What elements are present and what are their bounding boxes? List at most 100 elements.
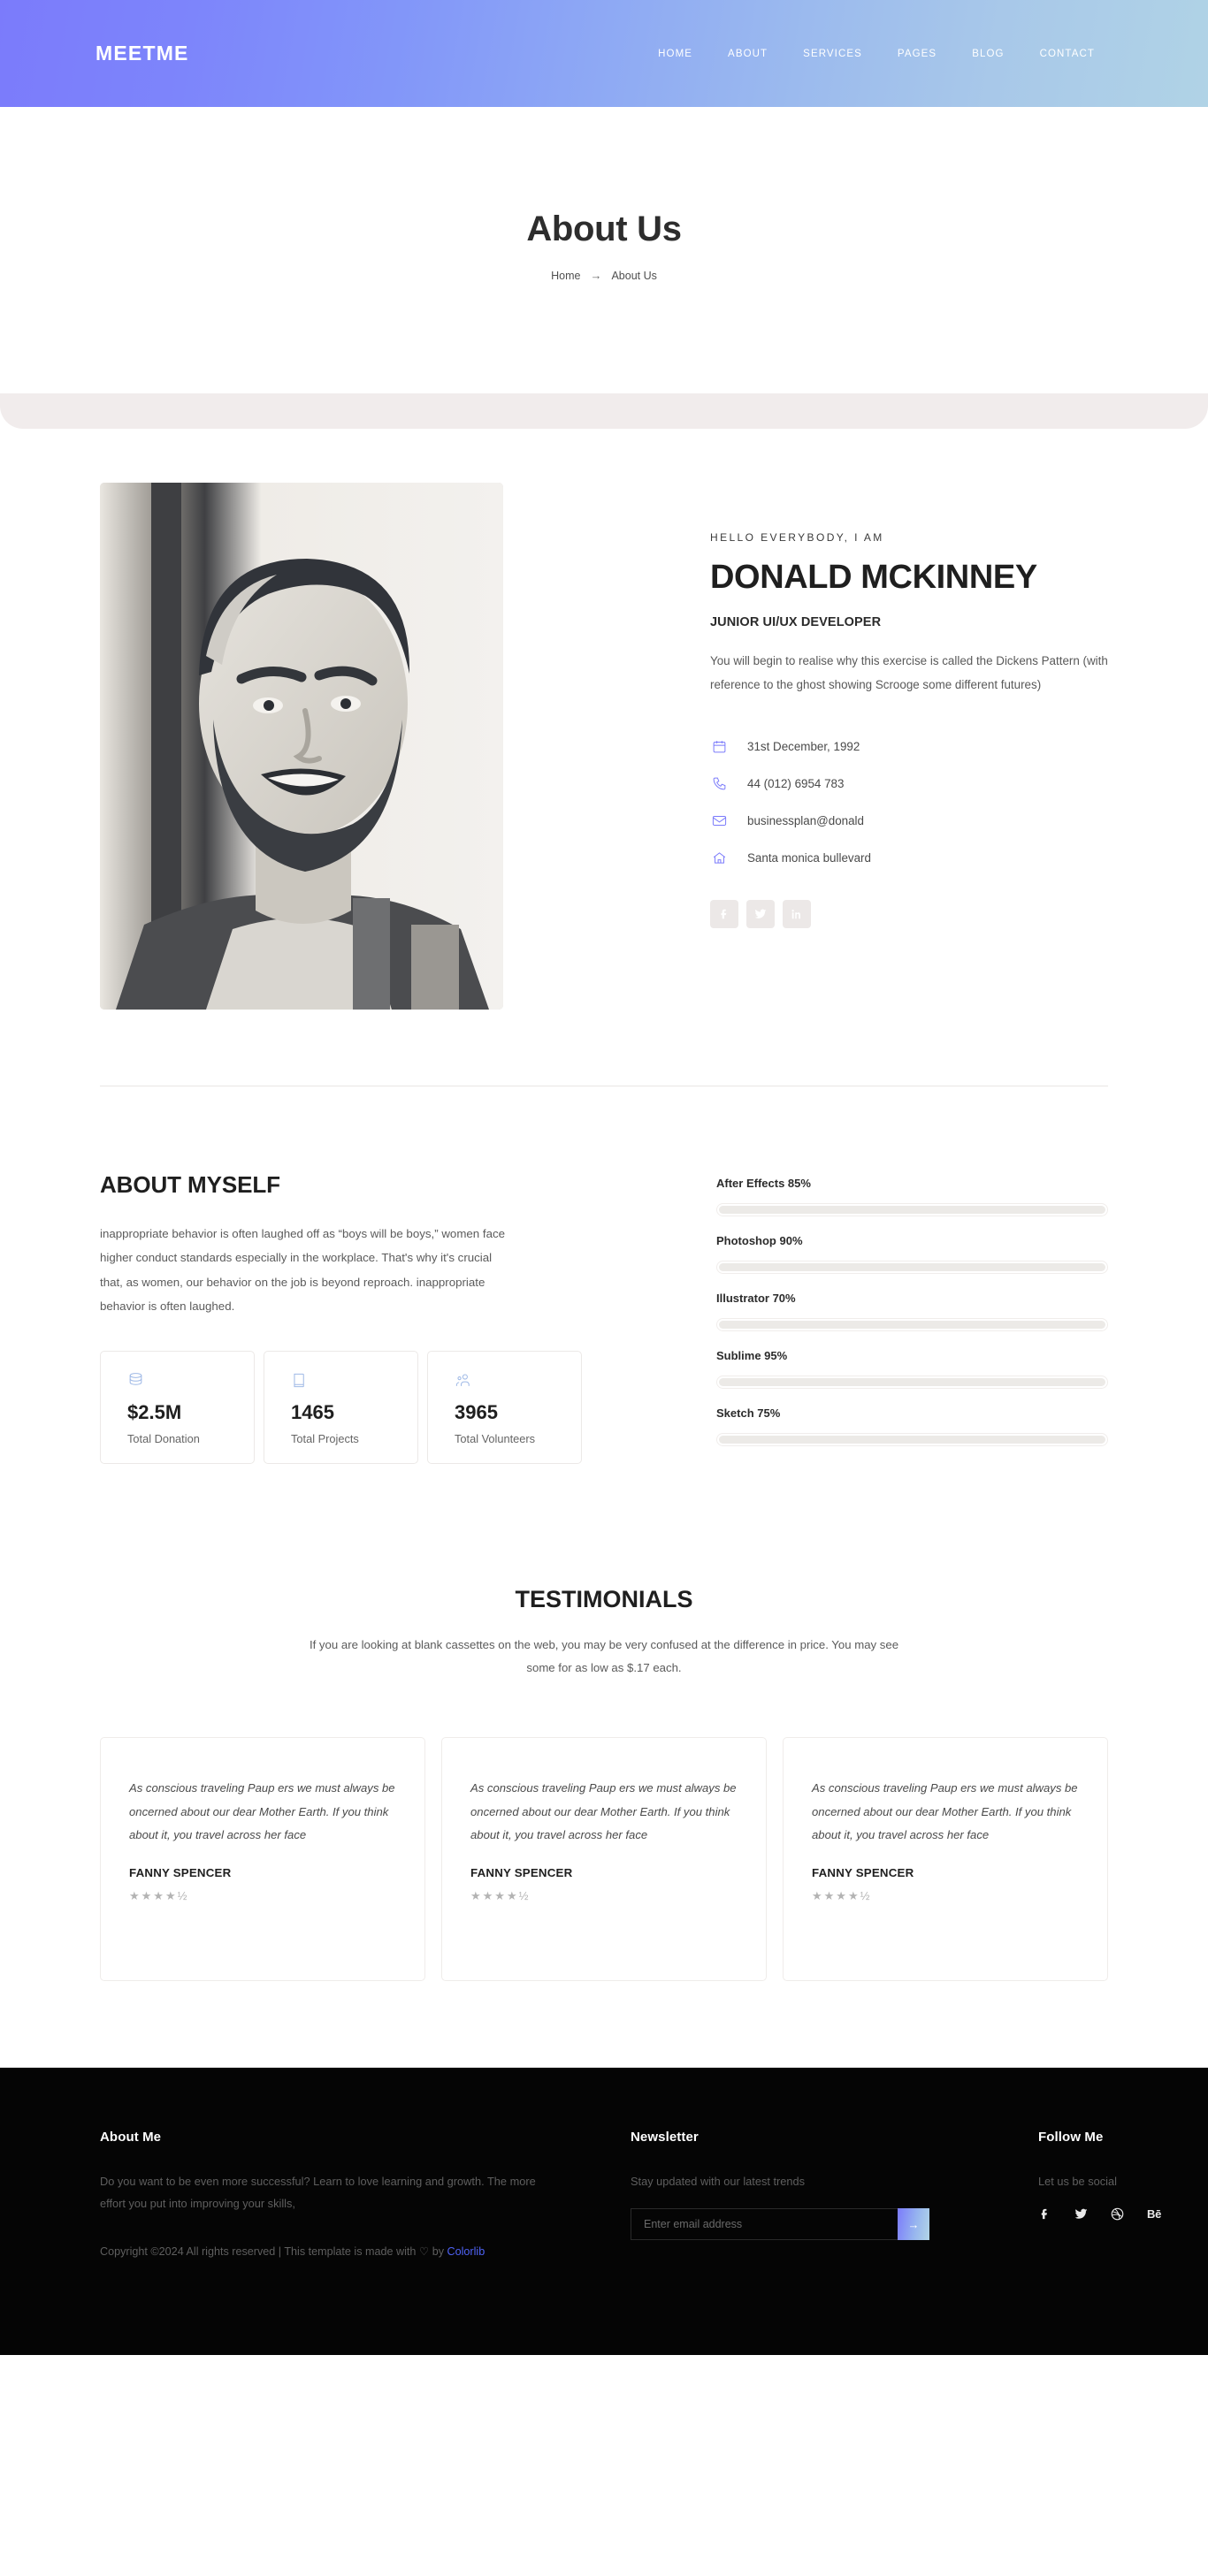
testimonial-author: FANNY SPENCER — [470, 1866, 573, 1880]
people-icon — [455, 1371, 581, 1394]
phone-icon — [710, 775, 728, 793]
skill-label-after-effects: After Effects 85% — [716, 1177, 811, 1190]
home-icon — [710, 850, 728, 867]
breadcrumb-current: About Us — [611, 269, 657, 282]
about-myself-left: ABOUT MYSELF inappropriate behavior is o… — [100, 1171, 613, 1464]
site-header: MEETME HOME ABOUT SERVICES PAGES BLOG CO… — [0, 0, 1208, 107]
skill-label-illustrator: Illustrator 70% — [716, 1292, 796, 1305]
breadcrumb: Home → About Us — [0, 269, 1208, 282]
breadcrumb-home[interactable]: Home — [551, 270, 580, 282]
contact-row-email: businessplan@donald — [710, 803, 1108, 840]
footer-about-text: Do you want to be even more successful? … — [100, 2175, 536, 2211]
nav-item-contact[interactable]: CONTACT — [1022, 49, 1112, 59]
skill-illustrator: Illustrator 70% — [716, 1292, 1108, 1331]
contact-text-email: businessplan@donald — [747, 814, 864, 828]
profile-bio: You will begin to realise why this exerc… — [710, 654, 1108, 691]
testimonials-title: TESTIMONIALS — [515, 1586, 693, 1612]
heart-icon: ♡ — [418, 2245, 430, 2259]
testimonial-card: As conscious traveling Paup ers we must … — [441, 1737, 767, 1982]
twitter-icon[interactable] — [1074, 2207, 1088, 2221]
skill-track-illustrator — [716, 1318, 1108, 1331]
rating-stars: ★★★★½ — [470, 1889, 531, 1903]
contact-list: 31st December, 1992 44 (012) 6954 783 bu… — [710, 728, 1108, 877]
skill-label-sublime: Sublime 95% — [716, 1349, 788, 1362]
mail-icon — [710, 812, 728, 830]
facebook-icon[interactable] — [710, 899, 738, 928]
footer-newsletter-column: Newsletter Stay updated with our latest … — [542, 2130, 929, 2355]
stats-row: $2.5M Total Donation 1465 Total Projects… — [100, 1351, 613, 1464]
nav-item-about[interactable]: ABOUT — [710, 49, 785, 59]
stat-card-projects: 1465 Total Projects — [264, 1351, 418, 1464]
rating-stars: ★★★★½ — [812, 1889, 872, 1903]
copyright-mid: by — [429, 2245, 447, 2259]
about-myself-section: ABOUT MYSELF inappropriate behavior is o… — [0, 1086, 1208, 1464]
book-icon — [291, 1371, 417, 1394]
stat-label-donation: Total Donation — [127, 1432, 200, 1445]
skill-fill-sketch — [719, 1436, 1105, 1444]
skill-photoshop: Photoshop 90% — [716, 1234, 1108, 1274]
testimonial-card: As conscious traveling Paup ers we must … — [100, 1737, 425, 1982]
profile-photo — [100, 483, 503, 1010]
contact-text-address: Santa monica bullevard — [747, 851, 871, 865]
footer-about-title: About Me — [100, 2130, 162, 2145]
nav-item-home[interactable]: HOME — [640, 49, 710, 59]
footer-about-column: About Me Do you want to be even more suc… — [100, 2130, 542, 2355]
linkedin-icon[interactable] — [783, 899, 811, 928]
profile-social-links — [710, 899, 1108, 928]
stat-label-projects: Total Projects — [291, 1432, 359, 1445]
twitter-icon[interactable] — [746, 899, 775, 928]
skill-sketch: Sketch 75% — [716, 1406, 1108, 1446]
site-footer: About Me Do you want to be even more suc… — [0, 2068, 1208, 2356]
newsletter-form: → — [631, 2208, 929, 2241]
contact-text-phone: 44 (012) 6954 783 — [747, 777, 845, 791]
skills-chart: After Effects 85% Photoshop 90% Illustra… — [613, 1171, 1108, 1464]
skill-fill-after-effects — [719, 1206, 1105, 1214]
brand-logo[interactable]: MEETME — [96, 42, 189, 65]
testimonial-quote: As conscious traveling Paup ers we must … — [812, 1781, 1078, 1841]
hero-bottom-band — [0, 393, 1208, 429]
footer-follow-title: Follow Me — [1038, 2130, 1104, 2145]
skill-fill-photoshop — [719, 1263, 1105, 1271]
footer-social-links: Bē — [1038, 2207, 1161, 2221]
page-title: About Us — [526, 210, 682, 248]
colorlib-link[interactable]: Colorlib — [447, 2245, 485, 2258]
testimonial-card: As conscious traveling Paup ers we must … — [783, 1737, 1108, 1982]
nav-item-pages[interactable]: PAGES — [880, 49, 954, 59]
footer-follow-column: Follow Me Let us be social Bē — [922, 2130, 1161, 2355]
about-myself-title: ABOUT MYSELF — [100, 1171, 280, 1198]
contact-row-birthday: 31st December, 1992 — [710, 728, 1108, 766]
stat-card-donation: $2.5M Total Donation — [100, 1351, 255, 1464]
contact-text-birthday: 31st December, 1992 — [747, 740, 860, 754]
nav-item-blog[interactable]: BLOG — [954, 49, 1021, 59]
footer-newsletter-title: Newsletter — [631, 2130, 699, 2145]
database-icon — [127, 1371, 254, 1394]
portrait-illustration — [100, 483, 503, 1010]
footer-newsletter-text: Stay updated with our latest trends — [631, 2175, 806, 2189]
profile-photo-wrap — [100, 483, 503, 1010]
skill-track-sketch — [716, 1433, 1108, 1446]
profile-details: HELLO EVERYBODY, I AM DONALD MCKINNEY JU… — [503, 483, 1108, 1010]
stat-value-donation: $2.5M — [127, 1401, 182, 1423]
calendar-icon — [710, 738, 728, 756]
contact-row-address: Santa monica bullevard — [710, 840, 1108, 877]
skill-after-effects: After Effects 85% — [716, 1177, 1108, 1216]
hero-section: About Us Home → About Us — [0, 107, 1208, 429]
testimonial-quote: As conscious traveling Paup ers we must … — [129, 1781, 395, 1841]
stat-card-volunteers: 3965 Total Volunteers — [427, 1351, 582, 1464]
main-navigation: HOME ABOUT SERVICES PAGES BLOG CONTACT — [640, 49, 1112, 59]
footer-copyright: Copyright ©2024 All rights reserved | Th… — [100, 2242, 542, 2263]
nav-item-services[interactable]: SERVICES — [785, 49, 880, 59]
email-input[interactable] — [631, 2208, 898, 2241]
skill-track-after-effects — [716, 1203, 1108, 1216]
testimonial-author: FANNY SPENCER — [129, 1866, 232, 1880]
about-myself-text: inappropriate behavior is often laughed … — [100, 1227, 506, 1313]
stat-value-projects: 1465 — [291, 1401, 334, 1423]
contact-row-phone: 44 (012) 6954 783 — [710, 766, 1108, 803]
profile-name: DONALD MCKINNEY — [710, 559, 1037, 596]
behance-icon[interactable]: Bē — [1147, 2207, 1161, 2221]
facebook-icon[interactable] — [1038, 2207, 1051, 2221]
dribbble-icon[interactable] — [1111, 2207, 1124, 2221]
testimonials-subtitle: If you are looking at blank cassettes on… — [309, 1638, 899, 1674]
footer-follow-text: Let us be social — [1038, 2175, 1117, 2189]
testimonials-section: TESTIMONIALS If you are looking at blank… — [0, 1464, 1208, 1982]
